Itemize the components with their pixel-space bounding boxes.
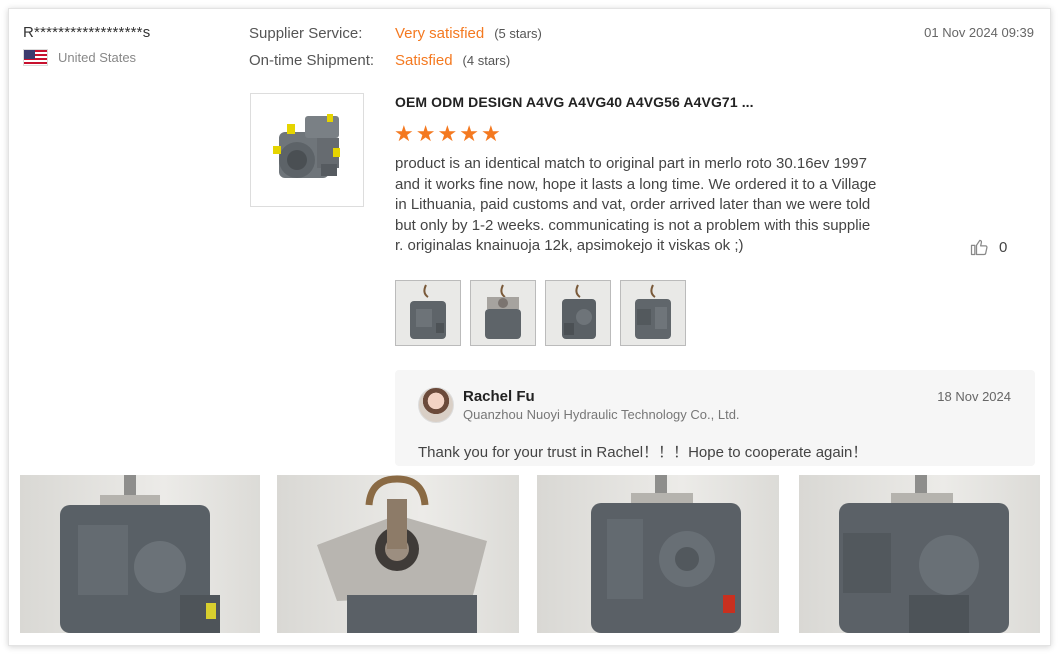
thumbs-up-icon[interactable] [969, 237, 989, 257]
review-image-thumb[interactable] [395, 280, 461, 346]
reviewer-country: United States [23, 49, 243, 66]
rating-label: On-time Shipment: [249, 52, 375, 69]
pump-photo-4 [839, 475, 1009, 633]
star-icon: ★ [480, 121, 501, 146]
reply-text: Thank you for your trust in Rachel！！！Hop… [418, 444, 868, 461]
review-photo[interactable] [277, 475, 519, 633]
reviewer-info: R******************s United States [23, 24, 243, 66]
supplier-ratings: Supplier Service: Very satisfied (5 star… [249, 25, 542, 79]
review-image-thumb[interactable] [545, 280, 611, 346]
pump-photo-1 [60, 475, 220, 633]
rating-row-shipment: On-time Shipment: Satisfied (4 stars) [249, 52, 542, 79]
helpful-count: 0 [999, 238, 1008, 256]
pump-photo-4 [635, 284, 671, 339]
rating-label: Supplier Service: [249, 25, 363, 42]
reply-company-name: Quanzhou Nuoyi Hydraulic Technology Co.,… [463, 407, 740, 422]
pump-photo-2 [485, 284, 521, 339]
star-icon: ★ [394, 121, 414, 146]
product-title[interactable]: OEM ODM DESIGN A4VG A4VG40 A4VG56 A4VG71… [395, 94, 754, 110]
review-image-thumb[interactable] [620, 280, 686, 346]
review-photo[interactable] [20, 475, 260, 633]
avatar [418, 387, 454, 423]
rating-stars-text: (5 stars) [494, 26, 542, 41]
star-icon: ★ [459, 121, 479, 146]
pump-photo-1 [410, 284, 446, 339]
review-photo[interactable] [537, 475, 779, 633]
review-image-list [395, 280, 686, 346]
us-flag-icon [23, 49, 48, 66]
rating-value: Satisfied [395, 52, 453, 69]
seller-reply: Rachel Fu Quanzhou Nuoyi Hydraulic Techn… [395, 370, 1035, 466]
review-text: product is an identical match to origina… [395, 155, 877, 255]
review-date: 01 Nov 2024 09:39 [924, 25, 1034, 40]
pump-photo-3 [591, 475, 741, 633]
product-star-rating: ★ ★ ★ ★ ★ [394, 122, 501, 146]
pump-photo-2 [317, 475, 487, 633]
star-icon: ★ [437, 121, 458, 146]
product-thumbnail[interactable] [250, 93, 364, 207]
helpful-button[interactable]: 0 [969, 237, 1007, 257]
reviewer-name: R******************s [23, 24, 151, 41]
review-card: R******************s United States Suppl… [8, 8, 1051, 646]
reply-author-name: Rachel Fu [463, 388, 535, 405]
rating-value: Very satisfied [395, 25, 485, 42]
rating-stars-text: (4 stars) [462, 53, 511, 68]
pump-photo-3 [562, 284, 596, 339]
star-icon: ★ [415, 121, 436, 146]
hydraulic-pump-image [273, 114, 340, 178]
review-image-thumb[interactable] [470, 280, 536, 346]
rating-row-service: Supplier Service: Very satisfied (5 star… [249, 25, 542, 52]
reply-date: 18 Nov 2024 [937, 389, 1011, 404]
review-photo-gallery [20, 475, 1040, 633]
country-name: United States [58, 50, 137, 65]
review-photo[interactable] [799, 475, 1040, 633]
